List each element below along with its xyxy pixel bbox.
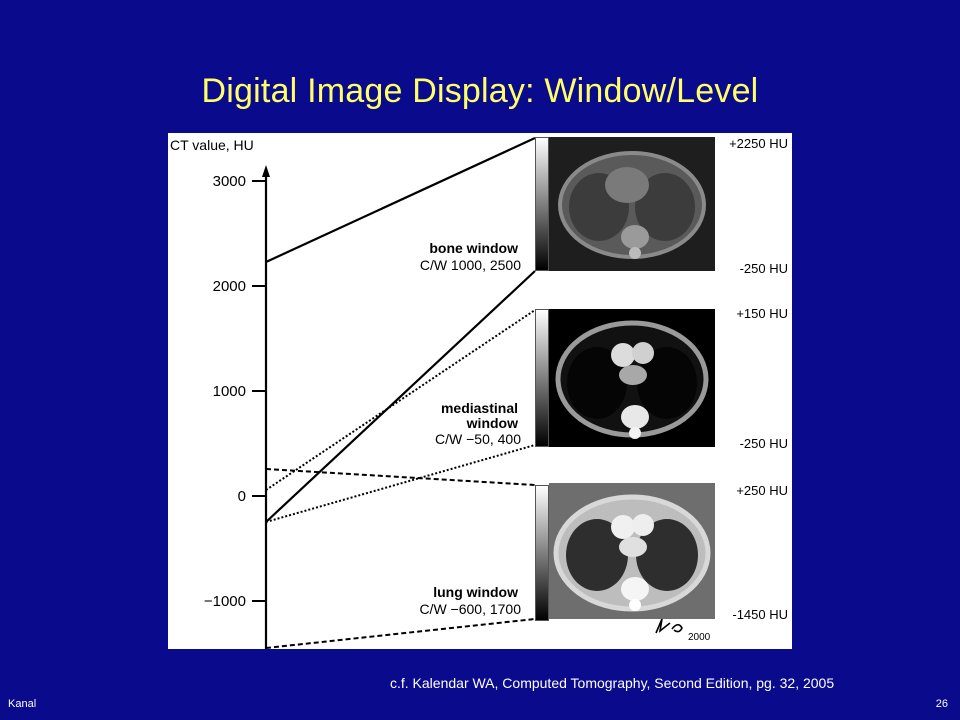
mediastinal-window-ct-image	[549, 309, 715, 447]
lung-window-bottom-hu: -1450 HU	[732, 607, 788, 622]
tick-label-1000: 1000	[213, 383, 246, 400]
y-axis-arrow	[262, 165, 270, 177]
author-signature-mark	[655, 618, 683, 634]
tick-label-0: 0	[238, 488, 246, 505]
lung-window-ct-image	[549, 483, 715, 619]
bone-window-grayscale-bar	[535, 137, 549, 271]
lung-window-top-hu: +250 HU	[736, 483, 788, 498]
lung-window-bottom-line	[265, 618, 536, 649]
signature-year: 2000	[688, 632, 711, 643]
mediastinal-window-cw: C/W −50, 400	[435, 431, 521, 447]
slide-title: Digital Image Display: Window/Level	[201, 72, 759, 110]
tick-label-2000: 2000	[213, 278, 246, 295]
mediastinal-window-bottom-hu: -250 HU	[740, 436, 788, 451]
bone-window-ct-image	[549, 137, 715, 271]
mediastinal-window-label-line2: window	[466, 415, 518, 431]
tick-label-3000: 3000	[213, 173, 246, 190]
bone-window-bottom-hu: -250 HU	[740, 261, 788, 276]
bone-window-top-hu: +2250 HU	[729, 136, 788, 151]
bone-window-bottom-line	[265, 270, 536, 523]
bone-window-cw: C/W 1000, 2500	[420, 257, 521, 273]
lung-window-cw: C/W −600, 1700	[419, 601, 521, 617]
window-level-figure: CT value, HU 3000 2000 1000 0 −1000 bone…	[168, 133, 792, 649]
mediastinal-window-grayscale-bar	[535, 309, 549, 447]
lung-window-label: lung window	[433, 584, 518, 600]
mediastinal-window-top-hu: +150 HU	[736, 306, 788, 321]
tick-label-minus1000: −1000	[204, 593, 246, 610]
mediastinal-window-label-line1: mediastinal	[441, 400, 518, 416]
y-axis-label: CT value, HU	[170, 137, 254, 153]
citation: c.f. Kalendar WA, Computed Tomography, S…	[390, 675, 835, 691]
bone-window-label: bone window	[429, 240, 518, 256]
page-number: 26	[935, 698, 948, 710]
lung-window-grayscale-bar	[535, 485, 549, 621]
footer-author: Kanal	[8, 698, 37, 710]
